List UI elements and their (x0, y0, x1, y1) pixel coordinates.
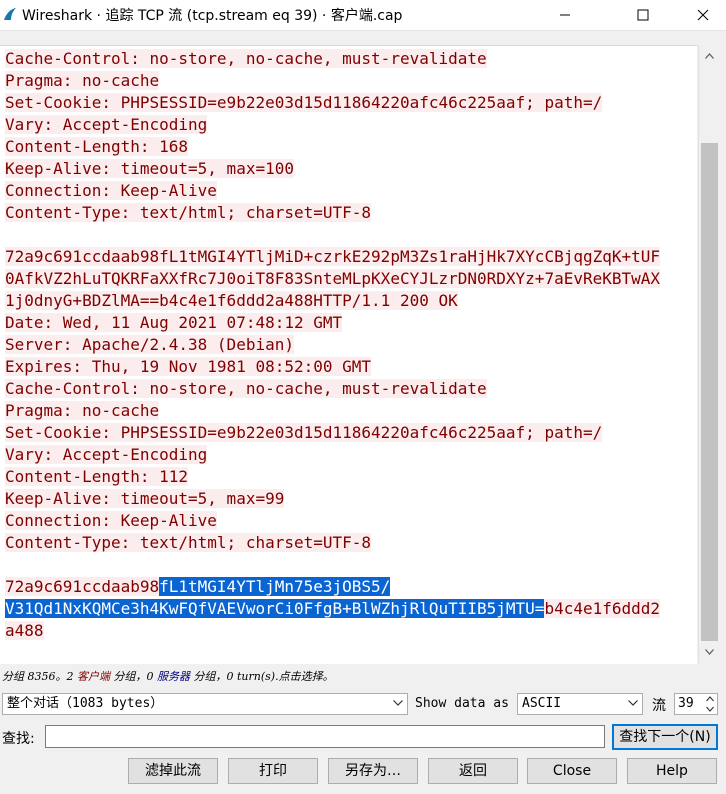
stream-line: Date: Wed, 11 Aug 2021 07:48:12 GMT (5, 312, 660, 334)
stream-line: Set-Cookie: PHPSESSID=e9b22e03d15d118642… (5, 422, 660, 444)
stream-line: Keep-Alive: timeout=5, max=100 (5, 158, 660, 180)
stream-line: 72a9c691ccdaab98fL1tMGI4YTljMiD+czrkE292… (5, 246, 661, 268)
stream-line (5, 554, 660, 576)
chevron-down-icon (705, 649, 714, 655)
stream-line-text: 72a9c691ccdaab98fL1tMGI4YTljMiD+czrkE292… (5, 247, 661, 266)
stream-line: Keep-Alive: timeout=5, max=99 (5, 488, 660, 510)
stream-line: Set-Cookie: PHPSESSID=e9b22e03d15d118642… (5, 92, 660, 114)
find-next-button[interactable]: 查找下一个(N) (612, 724, 718, 750)
minimize-button[interactable] (542, 0, 588, 30)
stream-line-text: Cache-Control: no-store, no-cache, must-… (5, 379, 487, 398)
stream-line: 72a9c691ccdaab98fL1tMGI4YTljMn75e3jOBS5/ (5, 576, 660, 598)
show-data-as-value: ASCII (522, 696, 562, 711)
print-button[interactable]: 打印 (228, 758, 318, 784)
stream-number-value: 39 (678, 696, 694, 711)
maximize-icon (637, 9, 649, 21)
conversation-select[interactable]: 整个对话（1083 bytes） (2, 693, 408, 715)
stream-line-text: Set-Cookie: PHPSESSID=e9b22e03d15d118642… (5, 93, 603, 112)
stream-line-text: Expires: Thu, 19 Nov 1981 08:52:00 GMT (5, 357, 372, 376)
selected-text[interactable]: V31Qd1NxKQMCe3h4KwFQfVAEVworCi0FfgB+BlWZ… (5, 599, 545, 618)
stream-line: Connection: Keep-Alive (5, 510, 660, 532)
stream-line: Vary: Accept-Encoding (5, 114, 660, 136)
stream-line: 1j0dnyG+BDZlMA==b4c4e1f6ddd2a488HTTP/1.1… (5, 290, 660, 312)
stream-line-text: Content-Type: text/html; charset=UTF-8 (5, 533, 372, 552)
close-icon (697, 9, 709, 21)
filter-out-stream-button[interactable]: 滤掉此流 (128, 758, 218, 784)
stream-line: a488 (5, 620, 660, 642)
close-window-button[interactable] (680, 0, 726, 30)
stream-text-area[interactable]: Cache-Control: no-store, no-cache, must-… (0, 45, 697, 664)
stream-line-text: Connection: Keep-Alive (5, 511, 217, 530)
back-button[interactable]: 返回 (428, 758, 518, 784)
stream-line-text: Date: Wed, 11 Aug 2021 07:48:12 GMT (5, 313, 343, 332)
client-label: 客户端 (77, 670, 110, 683)
scroll-down-button[interactable] (699, 641, 720, 663)
stream-line-text: Cache-Control: no-store, no-cache, must-… (5, 49, 487, 68)
find-label: 查找: (2, 731, 35, 747)
stream-number-label: 流 (652, 698, 666, 714)
stream-line-text: 1j0dnyG+BDZlMA==b4c4e1f6ddd2a488HTTP/1.1… (5, 291, 458, 310)
stream-line-text: Pragma: no-cache (5, 71, 160, 90)
spin-down-icon[interactable] (706, 706, 714, 712)
status-text: 分组，0 turn(s).点击选择。 (190, 670, 334, 683)
stream-line-text: Content-Type: text/html; charset=UTF-8 (5, 203, 372, 222)
stream-line-text: Connection: Keep-Alive (5, 181, 217, 200)
stream-line-text: Keep-Alive: timeout=5, max=99 (5, 489, 285, 508)
stream-line: V31Qd1NxKQMCe3h4KwFQfVAEVworCi0FfgB+BlWZ… (5, 598, 661, 620)
stream-line: Pragma: no-cache (5, 400, 660, 422)
stream-line-text: a488 (5, 621, 44, 640)
stream-line-text: b4c4e1f6ddd2 (544, 599, 661, 618)
stream-line: 0AfkVZ2hLuTQKRFaXXfRc7J0oiT8F83SnteMLpKX… (5, 268, 661, 290)
chevron-up-icon (705, 53, 714, 59)
stream-line: Connection: Keep-Alive (5, 180, 660, 202)
status-line: 分组 8356。2 客户端 分组，0 服务器 分组，0 turn(s).点击选择… (2, 668, 334, 684)
wireshark-fin-icon (4, 8, 16, 20)
stream-line: Pragma: no-cache (5, 70, 660, 92)
maximize-button[interactable] (620, 0, 666, 30)
stream-line: Server: Apache/2.4.38 (Debian) (5, 334, 660, 356)
stream-line: Vary: Accept-Encoding (5, 444, 660, 466)
help-button[interactable]: Help (627, 758, 717, 784)
stream-line: Cache-Control: no-store, no-cache, must-… (5, 48, 660, 70)
chevron-down-icon (628, 700, 638, 706)
stream-line: Content-Type: text/html; charset=UTF-8 (5, 532, 660, 554)
chevron-down-icon (393, 700, 403, 706)
stream-content: Cache-Control: no-store, no-cache, must-… (5, 48, 661, 642)
stream-line-text: Vary: Accept-Encoding (5, 445, 208, 464)
stream-line: Content-Length: 168 (5, 136, 660, 158)
vertical-scrollbar[interactable] (698, 45, 720, 663)
stream-line-text: Set-Cookie: PHPSESSID=e9b22e03d15d118642… (5, 423, 603, 442)
scroll-up-button[interactable] (699, 45, 720, 67)
scrollbar-thumb[interactable] (701, 143, 718, 641)
close-button[interactable]: Close (527, 758, 617, 784)
stream-line (5, 224, 660, 246)
window-title: Wireshark · 追踪 TCP 流 (tcp.stream eq 39) … (22, 8, 403, 24)
status-text: 分组，0 (110, 670, 157, 683)
status-text: 分组 8356。2 (2, 670, 77, 683)
stream-line: Content-Length: 112 (5, 466, 660, 488)
show-data-as-label: Show data as (415, 696, 509, 711)
stream-line-text: Content-Length: 168 (5, 137, 189, 156)
selected-text[interactable]: fL1tMGI4YTljMn75e3jOBS5/ (159, 577, 391, 596)
find-input[interactable] (45, 725, 605, 748)
spin-up-icon[interactable] (706, 696, 714, 702)
stream-line: Content-Type: text/html; charset=UTF-8 (5, 202, 660, 224)
stream-line: Expires: Thu, 19 Nov 1981 08:52:00 GMT (5, 356, 660, 378)
stream-line-text: 72a9c691ccdaab98 (5, 577, 160, 596)
save-as-button[interactable]: 另存为… (328, 758, 418, 784)
show-data-as-select[interactable]: ASCII (517, 693, 643, 715)
conversation-select-value: 整个对话（1083 bytes） (7, 696, 164, 711)
stream-line-text: Keep-Alive: timeout=5, max=100 (5, 159, 294, 178)
minimize-icon (560, 14, 570, 16)
stream-line: Cache-Control: no-store, no-cache, must-… (5, 378, 660, 400)
stream-line-text: Server: Apache/2.4.38 (Debian) (5, 335, 294, 354)
stream-line-text: Pragma: no-cache (5, 401, 160, 420)
stream-line-text: Vary: Accept-Encoding (5, 115, 208, 134)
title-bar: Wireshark · 追踪 TCP 流 (tcp.stream eq 39) … (0, 0, 726, 31)
stream-line-text: 0AfkVZ2hLuTQKRFaXXfRc7J0oiT8F83SnteMLpKX… (5, 269, 661, 288)
server-label: 服务器 (157, 670, 190, 683)
stream-line-text: Content-Length: 112 (5, 467, 189, 486)
stream-number-spinbox[interactable]: 39 (674, 693, 718, 715)
